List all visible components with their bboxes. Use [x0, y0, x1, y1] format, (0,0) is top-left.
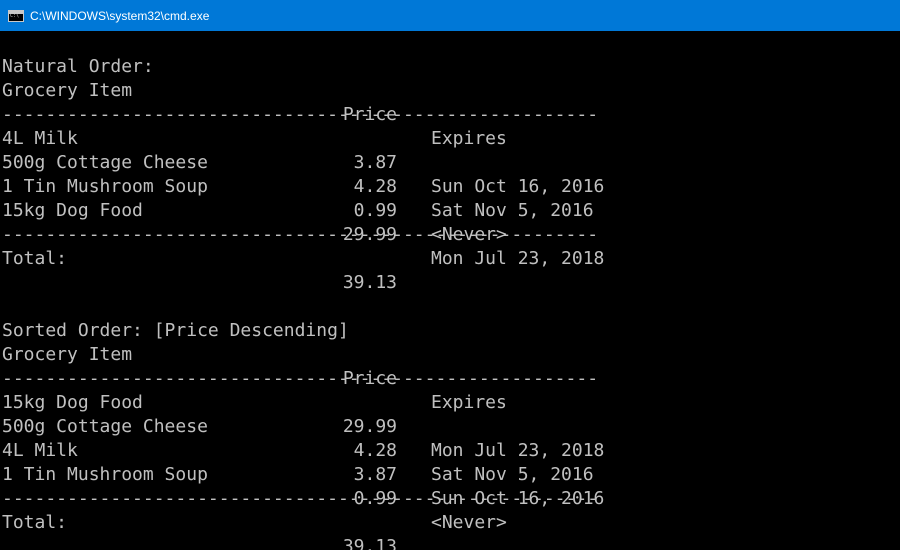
title-bar[interactable]: C:\WINDOWS\system32\cmd.exe	[0, 0, 900, 31]
cmd-console-icon[interactable]	[8, 9, 24, 22]
section-heading: Natural Order:	[0, 31, 900, 77]
row-expires: <Never>	[431, 512, 507, 533]
table-row: 1 Tin Mushroom Soup 0.99 <Never>	[0, 151, 900, 245]
table-row: 1 Tin Mushroom Soup 0.99 <Never>	[0, 439, 900, 533]
divider: ----------------------------------------…	[0, 199, 900, 245]
window-title: C:\WINDOWS\system32\cmd.exe	[30, 8, 210, 23]
table-row: 500g Cottage Cheese 4.28 Sat Nov 5, 2016	[0, 127, 900, 221]
total-label: Total:	[2, 512, 68, 533]
total-value: 39.13	[342, 536, 397, 550]
table-row: 500g Cottage Cheese 4.28 Sat Nov 5, 2016	[0, 391, 900, 485]
table-header: Grocery Item Price Expires	[0, 319, 900, 413]
console-output[interactable]: Natural Order: Grocery Item Price Expire…	[0, 31, 900, 550]
total-row: Total: 39.13	[0, 223, 900, 293]
table-row: 4L Milk 3.87 Sun Oct 16, 2016	[0, 103, 900, 197]
table-row: 15kg Dog Food 29.99 Mon Jul 23, 2018	[0, 175, 900, 269]
table-row: 15kg Dog Food 29.99 Mon Jul 23, 2018	[0, 367, 900, 461]
divider: ----------------------------------------…	[0, 79, 900, 125]
divider: ----------------------------------------…	[0, 343, 900, 389]
table-header: Grocery Item Price Expires	[0, 55, 900, 149]
total-row: Total: 39.13	[0, 487, 900, 550]
table-row: 4L Milk 3.87 Sun Oct 16, 2016	[0, 415, 900, 509]
section-heading: Sorted Order: [Price Descending]	[0, 295, 900, 341]
console-window: C:\WINDOWS\system32\cmd.exe Natural Orde…	[0, 0, 900, 550]
divider: ----------------------------------------…	[0, 463, 900, 509]
